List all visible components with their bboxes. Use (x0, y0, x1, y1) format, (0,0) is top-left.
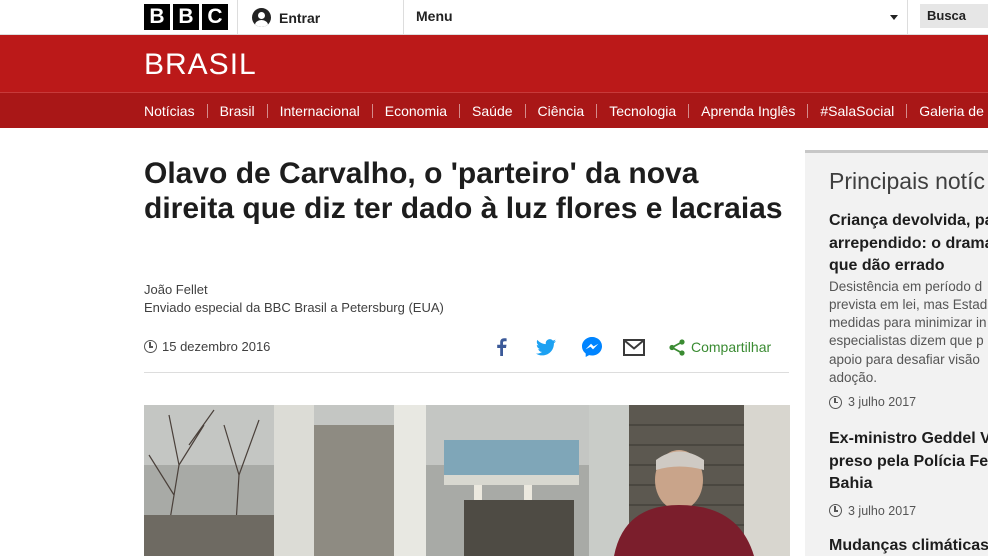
summary-line: prevista em lei, mas Estad (829, 296, 988, 312)
nav-item[interactable]: Internacional (255, 103, 360, 119)
nav-item[interactable]: Saúde (447, 103, 512, 119)
top-story-date: 3 julho 2017 (829, 395, 988, 409)
divider (907, 0, 908, 35)
summary-line: medidas para minimizar in (829, 315, 987, 331)
clock-icon (144, 340, 157, 353)
author-role: Enviado especial da BBC Brasil a Petersb… (144, 300, 444, 315)
share-facebook-button[interactable] (494, 334, 508, 360)
top-story-date-text: 3 julho 2017 (848, 395, 917, 410)
nav-list: Notícias Brasil Internacional Economia S… (144, 93, 984, 129)
nav-item[interactable]: Brasil (195, 103, 255, 119)
nav-item[interactable]: Economia (360, 103, 447, 119)
bbc-logo-letter: B (144, 4, 170, 30)
brand-logo[interactable]: BRASIL (144, 48, 257, 82)
headline-line: Ex-ministro Geddel V (829, 430, 988, 447)
summary-line: especialistas dizem que p (829, 333, 984, 349)
top-story-item[interactable]: Criança devolvida, pa arrependido: o dra… (829, 210, 988, 409)
summary-line: apoio para desafiar visão (829, 351, 980, 367)
article-headline: Olavo de Carvalho, o 'parteiro' da nova … (144, 157, 783, 225)
top-story-summary: Desistência em período d prevista em lei… (829, 278, 988, 388)
sidebar-title: Principais notíc (829, 168, 985, 194)
bbc-top-bar: B B C Entrar Menu Busca (0, 0, 988, 35)
share-twitter-button[interactable] (536, 334, 556, 360)
signin-link[interactable]: Entrar (252, 0, 320, 35)
headline-line: que dão errado (829, 257, 945, 274)
bbc-logo[interactable]: B B C (144, 4, 228, 30)
headline-line: arrependido: o drama (829, 234, 988, 252)
signin-label: Entrar (279, 9, 321, 26)
menu-button[interactable]: Menu (416, 0, 453, 35)
headline-line: Criança devolvida, pa (829, 212, 988, 229)
top-story-item[interactable]: Ex-ministro Geddel V preso pela Polícia … (829, 428, 988, 518)
bbc-logo-letter: C (202, 4, 228, 30)
top-story-headline[interactable]: Mudanças climáticas (829, 535, 988, 556)
top-story-headline[interactable]: Criança devolvida, pa arrependido: o dra… (829, 210, 988, 278)
headline-line: preso pela Polícia Fe (829, 452, 988, 470)
article-photo (144, 405, 790, 556)
share-messenger-button[interactable] (582, 334, 602, 360)
search-input[interactable]: Busca (920, 4, 988, 28)
nav-item[interactable]: Notícias (144, 103, 195, 119)
share-email-button[interactable] (623, 334, 645, 360)
top-stories-sidebar: Principais notíc Criança devolvida, pa a… (805, 150, 988, 556)
brand-header: BRASIL (0, 35, 988, 92)
share-more-button[interactable]: Compartilhar (669, 334, 771, 360)
nav-item[interactable]: #SalaSocial (795, 103, 894, 119)
clock-icon (829, 504, 842, 517)
user-icon (252, 8, 271, 27)
chevron-down-icon[interactable] (890, 15, 898, 20)
share-icon (669, 338, 685, 356)
messenger-icon (582, 337, 602, 357)
nav-item[interactable]: Ciência (513, 103, 585, 119)
top-story-date: 3 julho 2017 (829, 504, 988, 518)
headline-line: Mudanças climáticas (829, 537, 988, 554)
twitter-icon (536, 338, 556, 355)
headline-line: Bahia (829, 475, 873, 492)
nav-item[interactable]: Tecnologia (584, 103, 676, 119)
nav-item[interactable]: Galeria de (894, 103, 984, 119)
divider (403, 0, 404, 35)
top-story-headline[interactable]: Ex-ministro Geddel V preso pela Polícia … (829, 428, 988, 496)
article-date: 15 dezembro 2016 (144, 339, 270, 354)
bbc-logo-letter: B (173, 4, 199, 30)
clock-icon (829, 395, 842, 409)
article-divider (144, 372, 789, 373)
main-nav: Notícias Brasil Internacional Economia S… (0, 92, 988, 128)
top-story-item[interactable]: Mudanças climáticas (829, 535, 988, 556)
top-story-date-text: 3 julho 2017 (848, 503, 917, 518)
summary-line: Desistência em período d (829, 278, 983, 294)
author-name: João Fellet (144, 282, 208, 297)
share-label: Compartilhar (691, 339, 772, 355)
facebook-icon (497, 338, 507, 356)
nav-item[interactable]: Aprenda Inglês (676, 103, 795, 119)
porch-photo (144, 405, 790, 556)
article-date-text: 15 dezembro 2016 (162, 339, 271, 354)
summary-line: adoção. (829, 369, 878, 385)
email-icon (623, 338, 645, 356)
divider (237, 0, 238, 35)
